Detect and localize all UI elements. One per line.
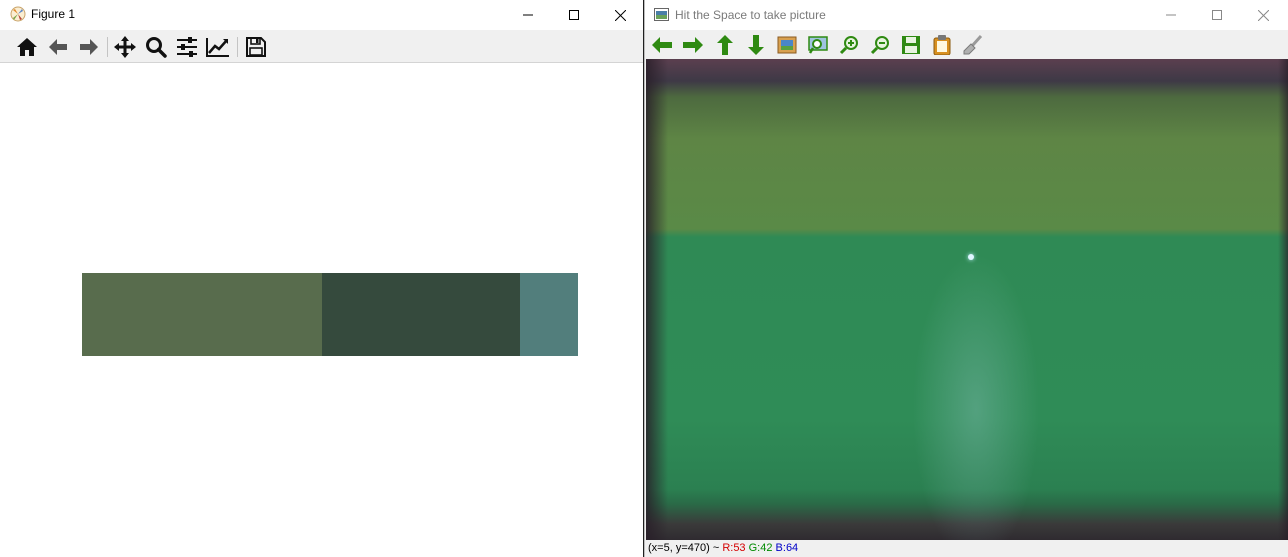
pan-left-icon bbox=[652, 37, 672, 53]
minimize-button[interactable] bbox=[1148, 0, 1194, 30]
pan-left-button[interactable] bbox=[651, 34, 673, 56]
zoom-icon bbox=[146, 37, 167, 58]
image-vignette-right bbox=[1278, 59, 1288, 540]
properties-icon bbox=[963, 35, 983, 55]
home-icon bbox=[17, 38, 37, 56]
figure-toolbar bbox=[0, 30, 643, 63]
palette-swatch-2 bbox=[322, 273, 520, 356]
copy-clipboard-icon bbox=[933, 35, 951, 55]
figure-canvas[interactable] bbox=[0, 63, 643, 557]
pixel-green-value: G:42 bbox=[748, 542, 773, 554]
save-button[interactable] bbox=[243, 34, 269, 60]
figure-window-title: Figure 1 bbox=[31, 7, 76, 21]
maximize-button[interactable] bbox=[1194, 0, 1240, 30]
minimize-button[interactable] bbox=[505, 0, 551, 30]
pixel-blue-value: B:64 bbox=[775, 542, 799, 554]
maximize-icon bbox=[569, 10, 579, 20]
home-button[interactable] bbox=[14, 34, 40, 60]
figure-window: Figure 1 bbox=[0, 0, 643, 557]
window-app-icon bbox=[654, 8, 669, 21]
toolbar-separator bbox=[107, 37, 108, 57]
zoom-out-button[interactable] bbox=[869, 34, 891, 56]
close-icon bbox=[614, 9, 626, 21]
palette-swatch-3 bbox=[519, 273, 578, 356]
pixel-red-value: R:53 bbox=[722, 542, 746, 554]
save-image-button[interactable] bbox=[900, 34, 922, 56]
configure-subplots-icon bbox=[177, 37, 197, 57]
pan-up-button[interactable] bbox=[714, 34, 736, 56]
close-icon bbox=[1257, 9, 1269, 21]
zoom-window-button[interactable] bbox=[807, 34, 829, 56]
edit-axis-icon bbox=[206, 38, 229, 57]
palette-swatch-1 bbox=[82, 273, 323, 356]
toolbar-separator bbox=[237, 37, 238, 57]
back-button[interactable] bbox=[45, 34, 71, 60]
forward-icon bbox=[80, 39, 98, 55]
figure-title-bar[interactable]: Figure 1 bbox=[0, 0, 643, 30]
camera-title-bar[interactable]: Hit the Space to take picture bbox=[645, 0, 1288, 30]
zoom-window-icon bbox=[808, 36, 828, 54]
configure-subplots-button[interactable] bbox=[174, 34, 200, 60]
camera-window: Hit the Space to take picture (x=5, y=47… bbox=[644, 0, 1288, 557]
pan-up-icon bbox=[717, 35, 733, 55]
pan-down-icon bbox=[748, 35, 764, 55]
save-icon bbox=[246, 37, 266, 57]
camera-window-title: Hit the Space to take picture bbox=[675, 8, 826, 22]
pan-down-button[interactable] bbox=[745, 34, 767, 56]
color-palette-bar bbox=[82, 273, 578, 356]
properties-button[interactable] bbox=[962, 34, 984, 56]
maximize-icon bbox=[1212, 10, 1222, 20]
camera-status-bar: (x=5, y=470) ~ R:53 G:42 B:64 bbox=[645, 540, 1288, 557]
copy-clipboard-button[interactable] bbox=[931, 34, 953, 56]
pan-button[interactable] bbox=[112, 34, 138, 60]
zoom-fit-button[interactable] bbox=[776, 34, 798, 56]
zoom-fit-icon bbox=[777, 36, 797, 54]
camera-toolbar bbox=[645, 30, 1288, 59]
close-button[interactable] bbox=[1240, 0, 1286, 30]
camera-preview-image[interactable] bbox=[646, 59, 1288, 540]
zoom-in-button[interactable] bbox=[838, 34, 860, 56]
minimize-icon bbox=[1166, 14, 1176, 16]
image-vignette-left bbox=[646, 59, 668, 540]
save-image-icon bbox=[902, 36, 920, 54]
zoom-in-icon bbox=[839, 36, 858, 55]
edit-axis-button[interactable] bbox=[205, 34, 231, 60]
pan-right-button[interactable] bbox=[682, 34, 704, 56]
zoom-button[interactable] bbox=[143, 34, 169, 60]
cursor-coordinates: (x=5, y=470) ~ bbox=[648, 542, 720, 554]
pan-right-icon bbox=[683, 37, 703, 53]
minimize-icon bbox=[523, 14, 533, 16]
matplotlib-app-icon bbox=[10, 6, 26, 22]
zoom-out-icon bbox=[870, 36, 889, 55]
close-button[interactable] bbox=[597, 0, 643, 30]
pan-icon bbox=[114, 36, 136, 58]
light-reflection-dot bbox=[968, 254, 974, 260]
maximize-button[interactable] bbox=[551, 0, 597, 30]
forward-button[interactable] bbox=[76, 34, 102, 60]
back-icon bbox=[49, 39, 67, 55]
